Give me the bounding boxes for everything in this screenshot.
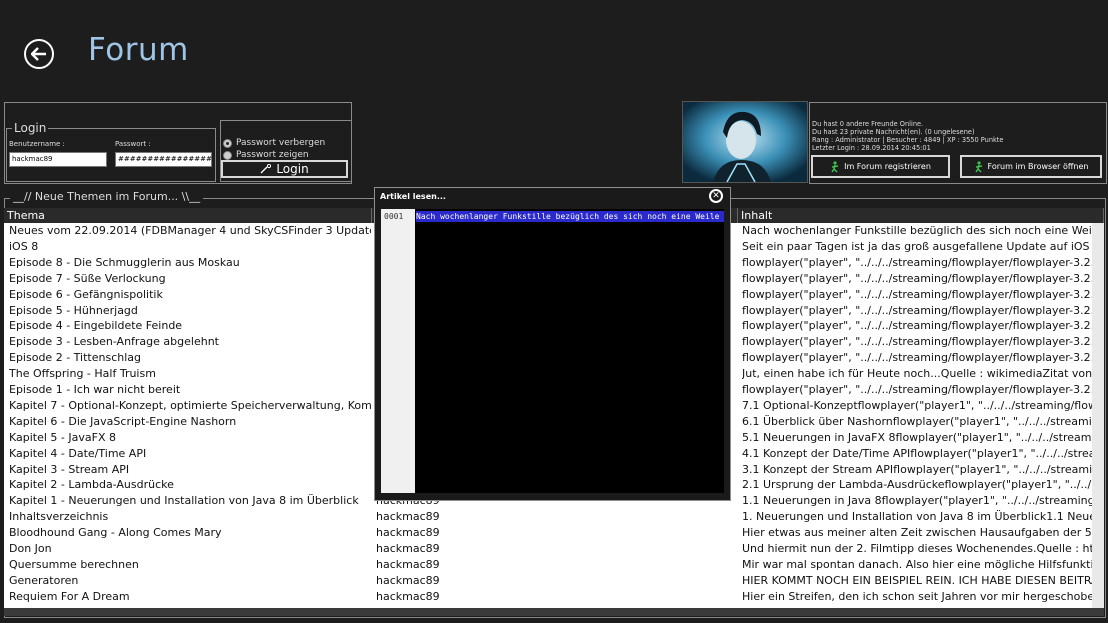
cell-inhalt: flowplayer("player", "../../../streaming… <box>742 335 1094 349</box>
table-row[interactable]: Bloodhound Gang - Along Comes Mary hackma… <box>4 525 1104 541</box>
cell-inhalt: flowplayer("player", "../../../streaming… <box>742 271 1094 285</box>
info-last-login: Letzter Login : 28.09.2014 20:45:01 <box>812 144 931 152</box>
username-field[interactable]: hackmac89 <box>9 152 107 167</box>
cell-thema: Episode 2 - Tittenschlag <box>9 351 141 365</box>
open-browser-button[interactable]: Forum im Browser öffnen <box>960 155 1102 178</box>
info-rank: Rang : Administrator | Besucher : 4849 |… <box>812 136 1004 144</box>
cell-inhalt: 6.1 Überblick über Nashornflowplayer("pl… <box>742 414 1094 428</box>
info-messages: Du hast 23 private Nachricht(en). (0 ung… <box>812 128 975 136</box>
cell-inhalt: HIER KOMMT NOCH EIN BEISPIEL REIN. ICH H… <box>742 573 1094 587</box>
cell-thema: Kapitel 7 - Optional-Konzept, optimierte… <box>9 398 371 412</box>
table-row[interactable]: Quersumme berechnen hackmac89 Mir war mal … <box>4 557 1104 573</box>
cell-user: hackmac89 <box>376 510 440 524</box>
table-row[interactable]: Requiem For A Dream hackmac89 Hier ein Str… <box>4 589 1104 605</box>
username-label: Benutzername : <box>9 140 65 148</box>
cell-user: hackmac89 <box>376 542 440 555</box>
cell-inhalt: 2.1 Ursprung der Lambda-Ausdrückeflowpla… <box>742 478 1094 492</box>
cell-inhalt: Jut, einen habe ich für Heute noch...Que… <box>742 367 1094 381</box>
cell-inhalt: 5.1 Neuerungen in JavaFX 8flowplayer("pl… <box>742 430 1094 444</box>
popup-title: Artikel lesen... <box>380 192 446 201</box>
article-text-area[interactable] <box>415 209 724 493</box>
radio-icon <box>223 150 232 160</box>
table-row[interactable]: Don Jon hackmac89 Und hiermit nun der 2. F… <box>4 541 1104 557</box>
horizontal-scrollbar[interactable] <box>4 608 1104 616</box>
column-header-inhalt[interactable]: Inhalt <box>738 208 1104 223</box>
user-info: Du hast 0 andere Freunde Online. Du hast… <box>812 120 1003 152</box>
cell-inhalt: flowplayer("player", "../../../streaming… <box>742 351 1094 365</box>
info-friends: Du hast 0 andere Freunde Online. <box>812 120 924 128</box>
cell-thema: iOS 8 <box>9 239 39 253</box>
cell-user: hackmac89 <box>376 589 440 603</box>
cell-inhalt: Nach wochenlanger Funkstille bezüglich d… <box>742 224 1094 237</box>
login-legend: Login <box>12 121 49 135</box>
cell-inhalt: flowplayer("player", "../../../streaming… <box>742 255 1094 269</box>
radio-icon <box>223 138 232 148</box>
cell-inhalt: Hier ein Streifen, den ich schon seit Ja… <box>742 589 1094 603</box>
login-button[interactable]: Login <box>221 160 348 178</box>
article-text-selected: Nach wochenlanger Funkstille bezüglich d… <box>416 211 724 222</box>
cell-thema: Episode 5 - Hühnerjagd <box>9 303 138 317</box>
register-button[interactable]: Im Forum registrieren <box>811 155 950 178</box>
table-row[interactable]: Generatoren hackmac89 HIER KOMMT NOCH EIN … <box>4 573 1104 589</box>
cell-thema: Kapitel 6 - Die JavaScript-Engine Nashor… <box>9 414 237 428</box>
page-title: Forum <box>88 32 189 68</box>
cell-thema: Kapitel 4 - Date/Time API <box>9 446 147 460</box>
cell-thema: Kapitel 5 - JavaFX 8 <box>9 430 116 444</box>
arrow-left-icon <box>31 47 46 61</box>
login-button-label: Login <box>276 162 309 176</box>
cell-inhalt: Mir war mal spontan danach. Also hier ei… <box>742 557 1094 571</box>
cell-thema: Generatoren <box>9 573 79 587</box>
table-row[interactable]: Inhaltsverzeichnis hackmac89 1. Neuerungen… <box>4 509 1104 525</box>
hide-password-label: Passwort verbergen <box>236 138 326 148</box>
cell-inhalt: flowplayer("player", "../../../streaming… <box>742 319 1094 333</box>
cell-inhalt: Seit ein paar Tagen ist ja das groß ausg… <box>742 239 1094 253</box>
line-number: 0001 <box>384 212 404 221</box>
cell-inhalt: flowplayer("player", "../../../streaming… <box>742 383 1094 396</box>
password-field[interactable]: ################ <box>115 152 212 167</box>
cell-inhalt: flowplayer("player", "../../../streaming… <box>742 287 1094 301</box>
cell-inhalt: 1.1 Neuerungen in Java 8flowplayer("play… <box>742 494 1094 508</box>
line-number-gutter <box>381 209 416 493</box>
cell-thema: Episode 3 - Lesben-Anfrage abgelehnt <box>9 335 219 349</box>
cell-thema: Episode 1 - Ich war nicht bereit <box>9 383 181 396</box>
cell-thema: Episode 4 - Eingebildete Feinde <box>9 319 183 333</box>
back-button[interactable] <box>24 39 54 69</box>
show-password-label: Passwort zeigen <box>236 150 309 160</box>
close-icon[interactable]: ✕ <box>709 189 723 203</box>
cell-inhalt: 7.1 Optional-Konzeptflowplayer("player1"… <box>742 398 1094 412</box>
cell-user: hackmac89 <box>376 526 440 540</box>
cell-thema: Kapitel 3 - Stream API <box>9 462 130 476</box>
cell-thema: The Offspring - Half Truism <box>9 367 156 381</box>
cell-thema: Episode 6 - Gefängnispolitik <box>9 287 163 301</box>
cell-inhalt: 4.1 Konzept der Date/Time APIflowplayer(… <box>742 446 1094 460</box>
hide-password-option[interactable]: Passwort verbergen <box>223 137 325 149</box>
cell-inhalt: flowplayer("player", "../../../streaming… <box>742 303 1094 317</box>
register-button-label: Im Forum registrieren <box>844 162 931 171</box>
vertical-scrollbar[interactable] <box>1092 223 1104 608</box>
person-walk-icon <box>974 160 982 173</box>
key-icon <box>260 164 272 174</box>
person-walk-icon <box>831 160 839 173</box>
cell-thema: Neues vom 22.09.2014 (FDBManager 4 und S… <box>9 224 371 237</box>
threads-legend: __// Neue Themen im Forum... \\__ <box>10 190 204 203</box>
open-browser-button-label: Forum im Browser öffnen <box>987 162 1089 171</box>
cell-thema: Quersumme berechnen <box>9 557 139 571</box>
cell-thema: Kapitel 2 - Lambda-Ausdrücke <box>9 478 174 492</box>
cell-thema: Episode 7 - Süße Verlockung <box>9 271 166 285</box>
cell-inhalt: Hier etwas aus meiner alten Zeit zwische… <box>742 526 1094 540</box>
column-header-thema[interactable]: Thema <box>4 208 372 223</box>
cell-thema: Inhaltsverzeichnis <box>9 510 109 524</box>
avatar <box>682 101 808 183</box>
cell-thema: Don Jon <box>9 542 52 555</box>
cell-thema: Bloodhound Gang - Along Comes Mary <box>9 526 222 540</box>
cell-user: hackmac89 <box>376 557 440 571</box>
cell-thema: Requiem For A Dream <box>9 589 130 603</box>
cell-user: hackmac89 <box>376 573 440 587</box>
cell-inhalt: Und hiermit nun der 2. Filmtipp dieses W… <box>742 542 1094 555</box>
cell-inhalt: 3.1 Konzept der Stream APIflowplayer("pl… <box>742 462 1094 476</box>
cell-thema: Kapitel 1 - Neuerungen und Installation … <box>9 494 359 508</box>
password-label: Passwort : <box>115 140 151 148</box>
cell-inhalt: 1. Neuerungen und Installation von Java … <box>742 510 1094 524</box>
cell-thema: Episode 8 - Die Schmugglerin aus Moskau <box>9 255 240 269</box>
